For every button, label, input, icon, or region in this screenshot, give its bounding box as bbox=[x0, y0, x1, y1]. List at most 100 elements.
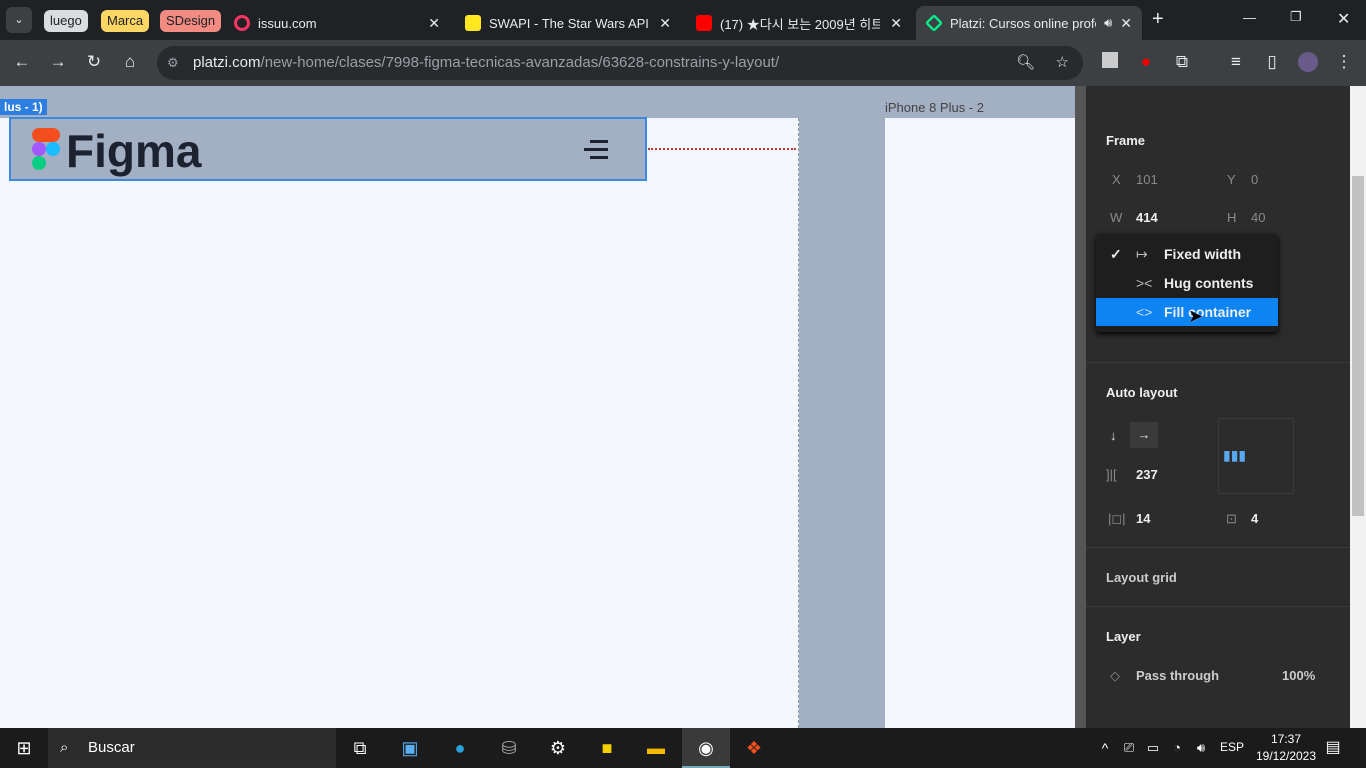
reload-button[interactable]: ↻ bbox=[83, 52, 105, 72]
logo-text: Figma bbox=[66, 125, 202, 177]
extension-icon[interactable] bbox=[1099, 52, 1121, 73]
profile-avatar[interactable] bbox=[1297, 52, 1319, 77]
canvas-divider bbox=[1075, 86, 1086, 728]
issuu-icon bbox=[234, 15, 250, 31]
layer-title: Layer bbox=[1106, 629, 1141, 644]
tab-issuu[interactable]: issuu.com ✕ bbox=[224, 6, 450, 40]
blend-mode-icon: ◇ bbox=[1110, 668, 1120, 683]
tab-swapi[interactable]: SWAPI - The Star Wars API ✕ bbox=[455, 6, 681, 40]
tab-group-luego[interactable]: luego bbox=[44, 10, 88, 32]
battery-icon[interactable]: ▭ bbox=[1141, 736, 1165, 760]
file-explorer-icon[interactable]: ▬ bbox=[644, 736, 668, 760]
new-tab-button[interactable]: + bbox=[1152, 8, 1164, 31]
divider bbox=[1086, 362, 1350, 363]
vertical-direction-icon[interactable]: ↓ bbox=[1110, 428, 1117, 443]
figma-app-icon[interactable]: ❖ bbox=[742, 736, 766, 760]
windows-taskbar: ⊞ ⌕ Buscar ⧉ ▣ ● ⛁ ⚙ ■ ▬ ◉ ❖ ^ ⎚ ▭ ◔ 🔊︎ … bbox=[0, 728, 1366, 768]
tab-title: (17) ★다시 보는 2009년 히트곡 bbox=[720, 16, 880, 32]
frame-section-title[interactable]: Frame bbox=[1106, 133, 1145, 148]
search-label: Buscar bbox=[88, 739, 135, 756]
forward-button[interactable]: → bbox=[47, 52, 69, 72]
side-panel-icon[interactable]: ▯ bbox=[1261, 52, 1283, 72]
figma-canvas[interactable]: lus - 1) iPhone 8 Plus - 2 Figma bbox=[0, 86, 1086, 728]
auto-layout-title: Auto layout bbox=[1106, 385, 1178, 400]
frame-label: lus - 1) bbox=[0, 99, 47, 115]
vertical-scrollbar[interactable] bbox=[1350, 86, 1366, 728]
camera-icon[interactable]: ⎚ bbox=[1117, 736, 1141, 760]
site-settings-icon[interactable]: ⚙ bbox=[167, 46, 179, 80]
settings-icon[interactable]: ⚙ bbox=[546, 736, 570, 760]
close-window-button[interactable]: ✕ bbox=[1337, 9, 1350, 29]
tab-platzi[interactable]: Platzi: Cursos online profesionales 🔊︎ ✕ bbox=[916, 6, 1142, 40]
home-button[interactable]: ⌂ bbox=[119, 52, 141, 72]
x-label: X bbox=[1112, 172, 1121, 187]
url-domain: platzi.com bbox=[193, 54, 261, 71]
close-tab-icon[interactable]: ✕ bbox=[890, 15, 902, 32]
show-hidden-icons[interactable]: ^ bbox=[1093, 736, 1117, 760]
scrollbar-thumb[interactable] bbox=[1352, 176, 1364, 516]
extensions-puzzle-icon[interactable]: ⧉ bbox=[1171, 52, 1193, 72]
restore-button[interactable]: ❐ bbox=[1290, 9, 1302, 25]
address-bar[interactable]: ⚙ platzi.com/new-home/clases/7998-figma-… bbox=[157, 46, 1083, 80]
language-indicator[interactable]: ESP bbox=[1220, 740, 1244, 754]
tab-youtube[interactable]: (17) ★다시 보는 2009년 히트곡 ✕ bbox=[686, 6, 912, 40]
database-icon[interactable]: ⛁ bbox=[497, 736, 521, 760]
youtube-icon bbox=[696, 15, 712, 31]
tab-title: SWAPI - The Star Wars API bbox=[489, 15, 649, 31]
alignment-indicator-icon: ▮▮▮ bbox=[1223, 447, 1247, 463]
alignment-grid[interactable]: ▮▮▮ bbox=[1218, 418, 1294, 494]
tab-search-button[interactable]: ⌄ bbox=[6, 7, 32, 33]
menu-item-fixed-width[interactable]: ✓ ↦ Fixed width bbox=[1096, 240, 1278, 268]
wifi-icon[interactable]: ◔ bbox=[1165, 736, 1189, 760]
audio-icon[interactable]: 🔊︎ bbox=[1104, 15, 1112, 31]
close-tab-icon[interactable]: ✕ bbox=[428, 15, 440, 32]
control-panel-icon[interactable]: ▣ bbox=[398, 736, 422, 760]
vertical-padding-input[interactable]: 4 bbox=[1251, 511, 1258, 526]
horizontal-padding-input[interactable]: 14 bbox=[1136, 511, 1150, 526]
tab-group-marca[interactable]: Marca bbox=[101, 10, 150, 32]
clock[interactable]: 17:37 19/12/2023 bbox=[1254, 732, 1318, 763]
frame-iphone-8-plus-2[interactable] bbox=[885, 118, 1075, 728]
tab-title: issuu.com bbox=[258, 15, 317, 31]
resizing-dropdown-menu: ✓ ↦ Fixed width >< Hug contents <> Fill … bbox=[1096, 234, 1278, 332]
w-label: W bbox=[1110, 210, 1123, 225]
media-control-icon[interactable]: ≡ bbox=[1225, 52, 1247, 72]
frame-iphone-8-plus-1[interactable] bbox=[0, 118, 799, 728]
taskbar-search[interactable]: ⌕ Buscar bbox=[48, 728, 336, 768]
sticky-notes-icon[interactable]: ■ bbox=[595, 736, 619, 760]
y-input[interactable]: 0 bbox=[1251, 172, 1258, 187]
minimize-button[interactable]: — bbox=[1243, 10, 1256, 25]
adblock-icon[interactable]: ● bbox=[1135, 52, 1157, 72]
task-view-icon[interactable]: ⧉ bbox=[348, 736, 372, 760]
h-input[interactable]: 40 bbox=[1251, 210, 1265, 225]
close-tab-icon[interactable]: ✕ bbox=[659, 15, 671, 32]
fixed-width-icon: ↦ bbox=[1136, 246, 1148, 262]
tab-title: Platzi: Cursos online profesionales bbox=[950, 15, 1096, 31]
close-tab-icon[interactable]: ✕ bbox=[1120, 15, 1132, 32]
notifications-icon[interactable]: ▤ bbox=[1321, 736, 1345, 760]
properties-panel: Frame X 101 Y 0 W 414 H 40 ✓ ↦ Fixed wid… bbox=[1086, 86, 1350, 728]
menu-kebab-icon[interactable]: ⋮ bbox=[1333, 52, 1355, 72]
browser-tab-bar: ⌄ luego Marca SDesign issuu.com ✕ SWAPI … bbox=[0, 0, 1366, 40]
horizontal-direction-icon[interactable]: → bbox=[1130, 422, 1158, 448]
blend-mode-select[interactable]: Pass through bbox=[1136, 668, 1219, 683]
volume-icon[interactable]: 🔊︎ bbox=[1189, 736, 1213, 760]
tab-group-sdesign[interactable]: SDesign bbox=[160, 10, 222, 32]
bookmark-star-icon[interactable]: ☆ bbox=[1056, 46, 1069, 80]
spacing-input[interactable]: 237 bbox=[1136, 467, 1158, 482]
menu-item-hug-contents[interactable]: >< Hug contents bbox=[1096, 269, 1278, 297]
telegram-icon[interactable]: ● bbox=[448, 736, 472, 760]
back-button[interactable]: ← bbox=[11, 52, 33, 72]
search-icon: ⌕ bbox=[60, 739, 69, 756]
menu-item-fill-container[interactable]: <> Fill container bbox=[1096, 298, 1278, 326]
chrome-icon[interactable]: ◉ bbox=[682, 728, 730, 768]
windows-start-icon[interactable]: ⊞ bbox=[12, 736, 36, 760]
x-input[interactable]: 101 bbox=[1136, 172, 1158, 187]
figma-logo-icon bbox=[32, 128, 60, 170]
horizontal-padding-icon: |◻| bbox=[1108, 511, 1126, 526]
zoom-icon[interactable]: 🔍︎ bbox=[1016, 46, 1035, 80]
opacity-input[interactable]: 100% bbox=[1282, 668, 1315, 683]
w-input[interactable]: 414 bbox=[1136, 210, 1158, 225]
time: 17:37 bbox=[1270, 732, 1302, 746]
browser-toolbar: ← → ↻ ⌂ ⚙ platzi.com/new-home/clases/799… bbox=[0, 40, 1366, 86]
